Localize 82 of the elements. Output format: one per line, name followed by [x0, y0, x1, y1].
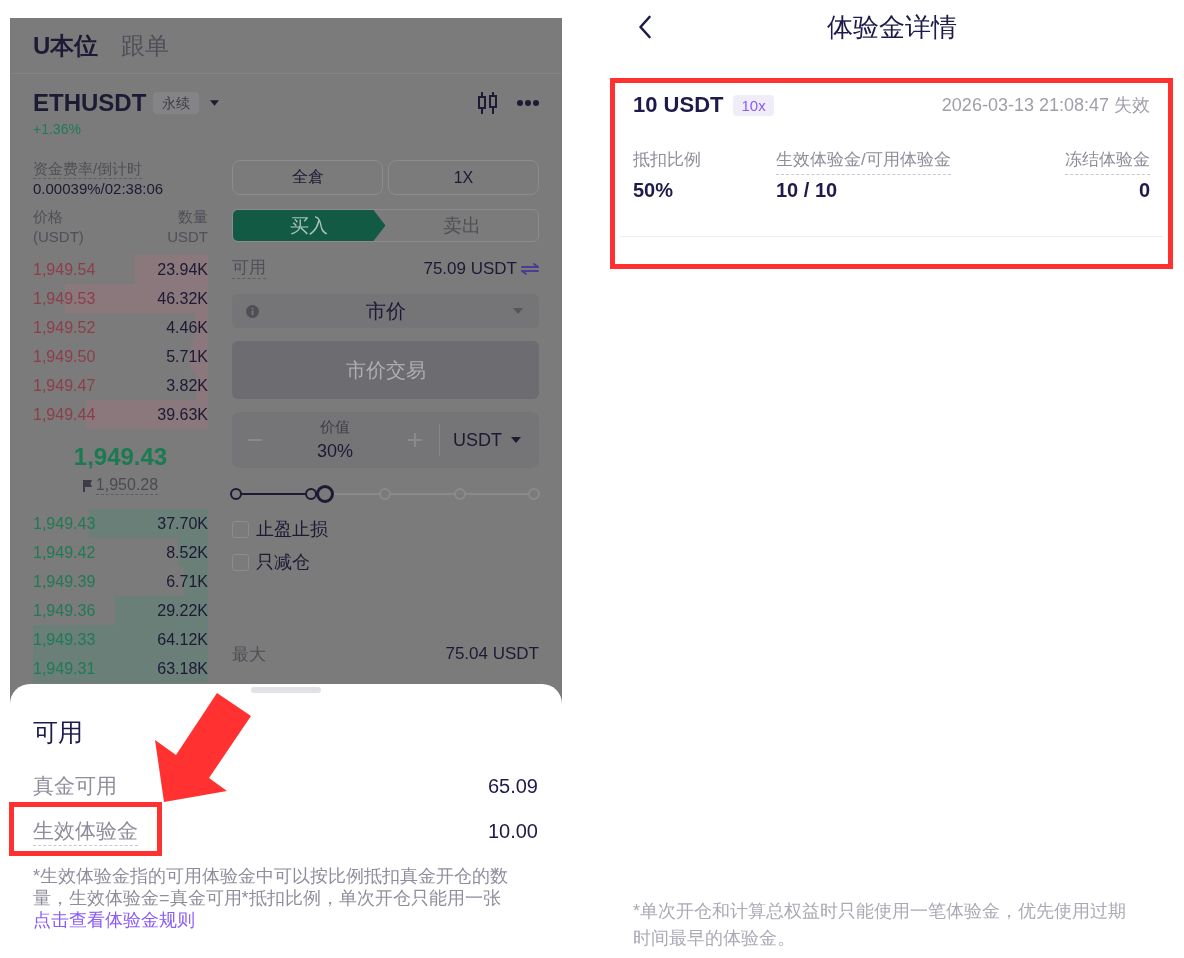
order-amount: 23.94K — [157, 260, 208, 279]
flag-icon — [82, 479, 92, 492]
funding-rate-value: 0.00039%/02:38:06 — [33, 179, 164, 199]
stat-value: 0 — [1138, 178, 1150, 203]
order-amount: 5.71K — [166, 347, 208, 366]
max-value: 75.04 USDT — [445, 644, 539, 664]
expiry-time: 2026-03-13 21:08:47 失效 — [941, 94, 1150, 117]
order-amount: 39.63K — [157, 405, 208, 424]
stat-value: 10 / 10 — [776, 178, 838, 203]
bid-price: 1,949.33 — [33, 630, 96, 649]
caret-icon[interactable] — [210, 100, 220, 106]
caret-icon[interactable] — [511, 437, 521, 443]
bid-price: 1,949.31 — [33, 659, 96, 678]
sheet-note: *生效体验金指的可用体验金中可以按比例抵扣真金开仓的数量，生效体验金=真金可用*抵扣比例，单次开仓只能用一张 — [33, 865, 509, 909]
bid-price: 1,949.36 — [33, 601, 96, 620]
ask-price: 1,949.53 — [33, 289, 96, 308]
order-book-row[interactable]: 1,949.42 8.52K — [33, 538, 208, 567]
checkbox-label[interactable]: 只减仓 — [256, 550, 310, 574]
balance-label: 真金可用 — [33, 772, 117, 799]
rules-link[interactable]: 点击查看体验金规则 — [33, 909, 195, 931]
order-book-row[interactable]: 1,949.53 46.32K — [33, 284, 208, 313]
leverage-button[interactable]: 1X — [388, 160, 539, 195]
more-icon[interactable] — [517, 100, 539, 106]
stat-label: 冻结体验金 — [1065, 150, 1150, 175]
stat-label: 生效体验金/可用体验金 — [776, 150, 951, 175]
order-book-row[interactable]: 1,949.36 29.22K — [33, 596, 208, 625]
order-amount: 29.22K — [157, 601, 208, 620]
last-price: 1,949.43 — [73, 442, 168, 472]
transfer-icon[interactable] — [521, 262, 539, 275]
margin-mode-button[interactable]: 全倉 — [232, 160, 383, 195]
back-icon[interactable] — [638, 15, 652, 39]
info-icon[interactable] — [246, 304, 259, 318]
order-book-row[interactable]: 1,949.39 6.71K — [33, 567, 208, 596]
ask-price: 1,949.47 — [33, 376, 96, 395]
stat-value: 50% — [633, 178, 674, 203]
slider-step-dot[interactable] — [304, 488, 317, 500]
price-change: +1.36% — [33, 120, 81, 138]
order-book-row[interactable]: 1,949.44 39.63K — [33, 400, 208, 429]
field-value: 30% — [317, 440, 353, 462]
ask-price: 1,949.44 — [33, 405, 96, 424]
stat-label: 抵扣比例 — [633, 150, 701, 171]
leverage-badge: 10x — [733, 94, 774, 116]
available-value: 75.09 USDT — [423, 258, 517, 279]
ask-price: 1,949.52 — [33, 318, 96, 337]
order-amount: 37.70K — [157, 514, 208, 533]
currency-select[interactable]: USDT — [439, 424, 539, 456]
order-amount: 3.82K — [166, 376, 208, 395]
order-type-select[interactable]: 市价 — [232, 294, 539, 328]
contract-badge: 永续 — [153, 92, 200, 114]
bid-price: 1,949.43 — [33, 514, 96, 533]
footnote: *单次开仓和计算总权益时只能使用一笔体验金，优先使用过期时间最早的体验金。 — [632, 900, 1127, 950]
order-book-row[interactable]: 1,949.50 5.71K — [33, 342, 208, 371]
order-amount: 8.52K — [166, 543, 208, 562]
balance-value: 65.09 — [487, 774, 538, 798]
slider-step-dot[interactable] — [230, 488, 242, 500]
checkbox-label[interactable]: 止盈止损 — [256, 517, 328, 541]
order-book-row[interactable]: 1,949.47 3.82K — [33, 371, 208, 400]
sheet-title: 可用 — [33, 717, 83, 748]
ask-price: 1,949.54 — [33, 260, 96, 279]
market-tab[interactable]: U本位 — [33, 30, 99, 61]
slider-thumb[interactable] — [316, 485, 335, 503]
candlestick-icon[interactable] — [477, 92, 499, 114]
order-book-row[interactable]: 1,949.43 37.70K — [33, 509, 208, 538]
sheet-handle[interactable] — [250, 687, 321, 693]
side-tab[interactable]: 买入 — [233, 210, 386, 241]
balance-label: 生效体验金 — [33, 816, 138, 846]
order-book-row[interactable]: 1,949.54 23.94K — [33, 255, 208, 284]
order-book-row[interactable]: 1,949.52 4.46K — [33, 313, 208, 342]
order-book-row[interactable]: 1,949.31 63.18K — [33, 654, 208, 683]
symbol-name[interactable]: ETHUSDT — [33, 88, 147, 118]
order-book-row[interactable]: 1,949.33 64.12K — [33, 625, 208, 654]
balance-value: 10.00 — [487, 819, 538, 843]
order-amount: 64.12K — [157, 630, 208, 649]
bid-price: 1,949.42 — [33, 543, 96, 562]
order-amount: 4.46K — [166, 318, 208, 337]
bonus-amount: 10 USDT — [633, 92, 724, 118]
bid-price: 1,949.39 — [33, 572, 96, 591]
ask-price: 1,949.50 — [33, 347, 96, 366]
order-amount: 63.18K — [157, 659, 208, 678]
order-amount: 46.32K — [157, 289, 208, 308]
order-amount: 6.71K — [166, 572, 208, 591]
page-title: 体验金详情 — [827, 11, 957, 43]
